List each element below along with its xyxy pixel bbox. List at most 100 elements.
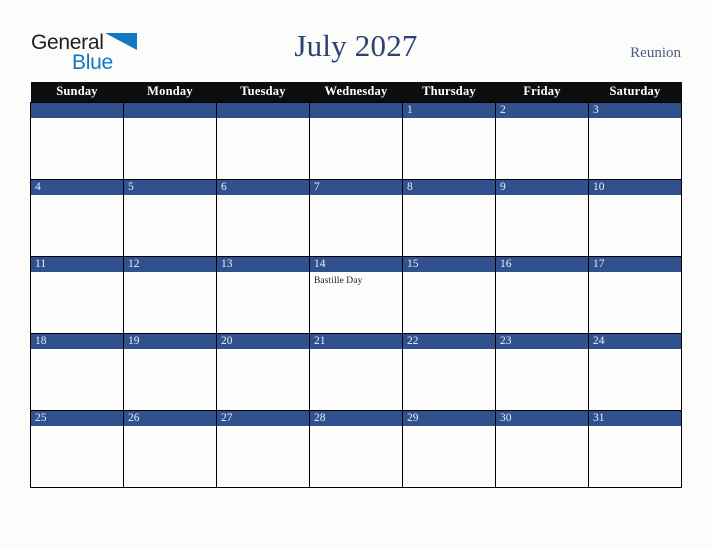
calendar-day-cell[interactable]: 8 [402,179,496,257]
day-cell-body [310,195,402,255]
day-cell-body [496,118,588,178]
weekday-header-friday: Friday [495,82,589,102]
calendar-day-cell[interactable]: 16 [495,256,589,334]
day-cell-body [403,426,495,486]
day-number: 15 [403,256,495,272]
calendar-day-cell[interactable]: 4 [30,179,124,257]
calendar-day-cell[interactable]: 18 [30,333,124,411]
day-cell-body [32,426,123,486]
day-number: 8 [403,179,495,195]
day-number: 3 [589,103,681,118]
calendar-day-cell[interactable]: 17 [588,256,682,334]
calendar-weeks: 1 2 3 4 5 6 7 8 9 10 11 12 13 14 Bastille Day 15 16 17 18 1… [30,101,682,488]
calendar-page: General Blue July 2027 Reunion Sunday Mo… [0,0,712,550]
day-cell-body [589,349,681,409]
weekday-header-wednesday: Wednesday [309,82,403,102]
calendar-day-cell[interactable]: 24 [588,333,682,411]
day-cell-body [310,349,402,409]
day-cell-body [32,272,123,332]
page-header: General Blue July 2027 Reunion [0,0,712,78]
calendar-day-cell[interactable]: 20 [216,333,310,411]
day-cell-body [217,118,309,178]
day-cell-body: Bastille Day [310,272,402,332]
day-number: 14 [310,256,402,272]
calendar-day-cell[interactable]: 1 [402,101,496,180]
weekday-header-row: Sunday Monday Tuesday Wednesday Thursday… [30,82,682,102]
day-number: 23 [496,333,588,349]
calendar-week-row: 25 26 27 28 29 30 31 [30,410,682,488]
calendar-day-cell[interactable]: 9 [495,179,589,257]
calendar-day-cell[interactable]: 3 [588,101,682,180]
day-cell-body [217,426,309,486]
calendar-empty-cell [123,101,217,180]
calendar-day-cell[interactable]: 21 [309,333,403,411]
calendar-day-cell[interactable]: 31 [588,410,682,488]
day-number: 29 [403,410,495,426]
day-number [124,103,216,118]
day-number: 7 [310,179,402,195]
day-number: 4 [31,179,123,195]
calendar-day-cell[interactable]: 2 [495,101,589,180]
day-number: 9 [496,179,588,195]
day-number [217,103,309,118]
day-number: 6 [217,179,309,195]
calendar-day-cell[interactable]: 19 [123,333,217,411]
day-cell-body [403,272,495,332]
calendar-day-cell[interactable]: 6 [216,179,310,257]
day-cell-body [32,195,123,255]
day-number: 13 [217,256,309,272]
day-cell-body [217,195,309,255]
day-number: 17 [589,256,681,272]
calendar-day-cell[interactable]: 30 [495,410,589,488]
calendar-day-cell[interactable]: 11 [30,256,124,334]
holiday-event-label: Bastille Day [314,275,363,286]
calendar-week-row: 11 12 13 14 Bastille Day 15 16 17 [30,256,682,334]
day-number: 10 [589,179,681,195]
region-label: Reunion [630,45,681,61]
day-number: 30 [496,410,588,426]
day-number [310,103,402,118]
calendar-day-cell[interactable]: 22 [402,333,496,411]
day-number: 20 [217,333,309,349]
day-number: 18 [31,333,123,349]
calendar-day-cell[interactable]: 27 [216,410,310,488]
day-cell-body [217,272,309,332]
day-number [31,103,123,118]
day-number: 21 [310,333,402,349]
calendar-day-cell[interactable]: 5 [123,179,217,257]
calendar-day-cell[interactable]: 26 [123,410,217,488]
weekday-header-sunday: Sunday [30,82,124,102]
calendar-day-cell[interactable]: 29 [402,410,496,488]
day-number: 2 [496,103,588,118]
day-cell-body [403,195,495,255]
day-cell-body [32,118,123,178]
weekday-header-saturday: Saturday [588,82,682,102]
calendar-day-cell[interactable]: 10 [588,179,682,257]
calendar-week-row: 18 19 20 21 22 23 24 [30,333,682,411]
calendar-day-cell[interactable]: 13 [216,256,310,334]
day-cell-body [589,195,681,255]
calendar-day-cell[interactable]: 7 [309,179,403,257]
calendar-week-row: 123 [30,101,682,180]
day-cell-body [496,426,588,486]
calendar-day-cell[interactable]: 23 [495,333,589,411]
day-number: 5 [124,179,216,195]
day-cell-body [310,118,402,178]
day-cell-body [310,426,402,486]
day-number: 16 [496,256,588,272]
day-cell-body [496,349,588,409]
day-number: 26 [124,410,216,426]
day-cell-body [403,118,495,178]
calendar-day-cell[interactable]: 15 [402,256,496,334]
weekday-header-monday: Monday [123,82,217,102]
calendar-empty-cell [216,101,310,180]
day-cell-body [124,272,216,332]
calendar-day-cell[interactable]: 12 [123,256,217,334]
calendar-empty-cell [309,101,403,180]
calendar-day-cell[interactable]: 28 [309,410,403,488]
day-number: 22 [403,333,495,349]
calendar-day-cell[interactable]: 14 Bastille Day [309,256,403,334]
day-cell-body [124,349,216,409]
day-cell-body [589,118,681,178]
calendar-day-cell[interactable]: 25 [30,410,124,488]
